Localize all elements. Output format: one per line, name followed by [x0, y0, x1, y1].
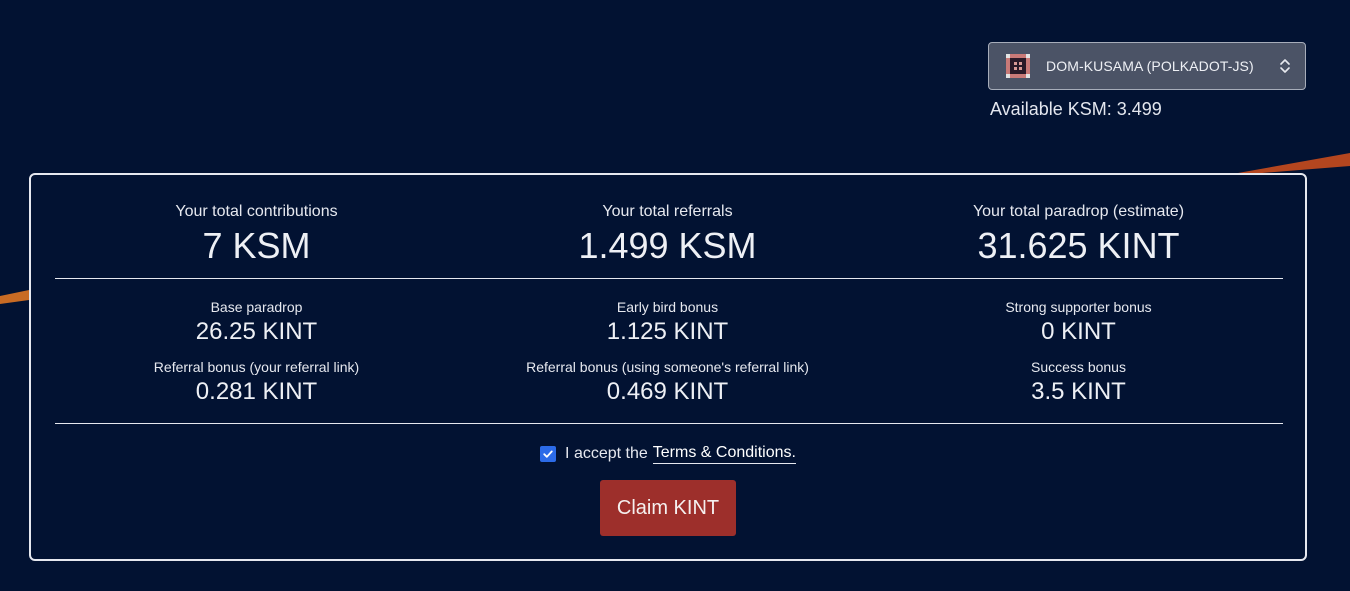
total-referrals-value: 1.499 KSM — [578, 225, 757, 266]
breakdown-row-1: Base paradrop 26.25 KINT Early bird bonu… — [31, 299, 1305, 346]
early-bird-bonus-label: Early bird bonus — [616, 299, 719, 315]
account-name: DOM-KUSAMA (POLKADOT-JS) — [1046, 58, 1254, 74]
divider — [55, 278, 1283, 279]
available-balance: Available KSM: 3.499 — [990, 99, 1162, 119]
claim-kint-button[interactable]: Claim KINT — [600, 480, 736, 536]
total-referrals: Your total referrals 1.499 KSM — [462, 203, 873, 266]
total-referrals-label: Your total referrals — [602, 203, 733, 220]
referral-bonus-own-label: Referral bonus (your referral link) — [153, 359, 360, 375]
referral-bonus-other-value: 0.469 KINT — [606, 378, 729, 405]
referral-bonus-own-value: 0.281 KINT — [195, 378, 318, 405]
referral-bonus-other: Referral bonus (using someone's referral… — [462, 359, 873, 406]
referral-bonus-own: Referral bonus (your referral link) 0.28… — [51, 359, 462, 406]
base-paradrop-value: 26.25 KINT — [195, 318, 318, 345]
early-bird-bonus-value: 1.125 KINT — [606, 318, 729, 345]
success-bonus: Success bonus 3.5 KINT — [873, 359, 1284, 406]
base-paradrop: Base paradrop 26.25 KINT — [51, 299, 462, 346]
divider — [55, 423, 1283, 424]
identicon-icon — [1006, 54, 1030, 78]
terms-checkbox[interactable] — [540, 446, 557, 462]
strong-supporter-bonus-label: Strong supporter bonus — [1005, 299, 1152, 315]
breakdown-row-2: Referral bonus (your referral link) 0.28… — [31, 359, 1305, 406]
terms-link[interactable]: Terms & Conditions. — [652, 444, 796, 464]
referral-bonus-other-label: Referral bonus (using someone's referral… — [526, 359, 809, 375]
checkmark-icon — [543, 450, 553, 458]
strong-supporter-bonus-value: 0 KINT — [1041, 318, 1116, 345]
total-paradrop-label: Your total paradrop (estimate) — [972, 203, 1185, 220]
totals-row: Your total contributions 7 KSM Your tota… — [31, 203, 1305, 266]
early-bird-bonus: Early bird bonus 1.125 KINT — [462, 299, 873, 346]
success-bonus-value: 3.5 KINT — [1031, 378, 1126, 405]
chevron-up-down-icon — [1280, 59, 1290, 73]
total-contributions: Your total contributions 7 KSM — [51, 203, 462, 266]
total-contributions-label: Your total contributions — [175, 203, 338, 220]
terms-prefix: I accept the — [565, 445, 648, 462]
total-paradrop-value: 31.625 KINT — [977, 225, 1180, 266]
total-paradrop: Your total paradrop (estimate) 31.625 KI… — [873, 203, 1284, 266]
strong-supporter-bonus: Strong supporter bonus 0 KINT — [873, 299, 1284, 346]
success-bonus-label: Success bonus — [1031, 359, 1126, 375]
base-paradrop-label: Base paradrop — [210, 299, 303, 315]
total-contributions-value: 7 KSM — [202, 225, 311, 266]
paradrop-summary-card: Your total contributions 7 KSM Your tota… — [29, 173, 1307, 561]
account-selector[interactable]: DOM-KUSAMA (POLKADOT-JS) — [988, 42, 1306, 90]
terms-row: I accept the Terms & Conditions. — [31, 444, 1305, 464]
